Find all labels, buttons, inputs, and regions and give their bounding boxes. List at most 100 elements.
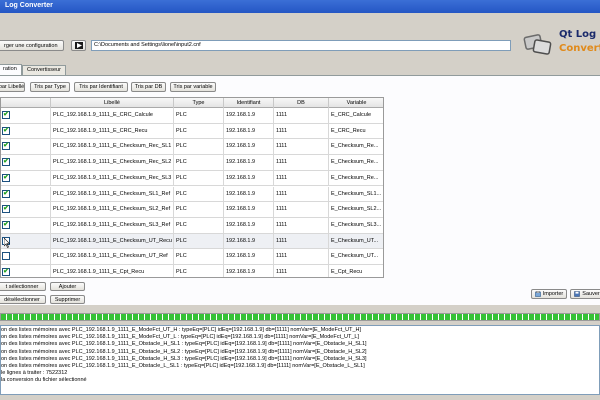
cell-db: 1111 bbox=[274, 202, 329, 218]
cell-db: 1111 bbox=[274, 233, 329, 250]
browse-button[interactable] bbox=[71, 40, 86, 51]
table-header: Libellé Type Identifiant DB Variable bbox=[1, 98, 383, 108]
tab-convertisseur[interactable]: Convertisseur bbox=[22, 65, 66, 75]
cell-identifiant: 192.168.1.9 bbox=[224, 233, 274, 250]
table-row[interactable]: PLC_192.168.1.9_1111_E_Checksum_UT_Recu P… bbox=[1, 233, 383, 250]
cell-libelle: PLC_192.168.1.9_1111_E_Checksum_SL2_Ref bbox=[51, 202, 174, 218]
tab-configuration[interactable]: ration bbox=[0, 64, 22, 75]
cell-type: PLC bbox=[174, 249, 224, 265]
import-label: Importer bbox=[542, 291, 564, 297]
cell-db: 1111 bbox=[274, 108, 329, 124]
log-line: on des listes mémoires avec PLC_192.168.… bbox=[1, 348, 367, 355]
cell-db: 1111 bbox=[274, 249, 329, 265]
cell-identifiant: 192.168.1.9 bbox=[224, 249, 274, 265]
delete-button[interactable]: Supprimer bbox=[50, 295, 85, 304]
checkbox-checked[interactable]: ✔ bbox=[2, 189, 10, 198]
table-row[interactable]: ✔ PLC_192.168.1.9_1111_E_Checksum_SL1_Ref… bbox=[1, 186, 383, 203]
cell-db: 1111 bbox=[274, 155, 329, 171]
table-row[interactable]: ✔ PLC_192.168.1.9_1111_E_Checksum_SL2_Ref… bbox=[1, 202, 383, 218]
play-arrow-icon bbox=[74, 42, 83, 49]
cell-identifiant: 192.168.1.9 bbox=[224, 139, 274, 156]
cell-variable: E_Checksum_UT... bbox=[329, 234, 383, 250]
column-db[interactable]: DB bbox=[274, 98, 329, 108]
cell-variable: E_Checksum_UT... bbox=[329, 249, 383, 265]
checkbox-checked[interactable]: ✔ bbox=[2, 268, 10, 276]
log-line: le lignes à traiter : 7522312 bbox=[1, 370, 68, 377]
table-row[interactable]: ✔ PLC_192.168.1.9_1111_E_Cpt_Recu PLC 192.1… bbox=[1, 265, 383, 277]
logo-text-top: Qt Log bbox=[559, 29, 597, 40]
cell-libelle: PLC_192.168.1.9_1111_E_Checksum_Rec_SL2 bbox=[51, 155, 174, 171]
progress-bar bbox=[0, 313, 600, 321]
cell-checkbox: ✔ bbox=[1, 265, 51, 277]
cell-variable: E_Checksum_SL3... bbox=[329, 218, 383, 234]
table-row[interactable]: ✔ PLC_192.168.1.9_1111_E_Checksum_Rec_SL2… bbox=[1, 155, 383, 171]
cell-variable: E_CRC_Recu bbox=[329, 124, 383, 140]
checkbox-checked[interactable]: ✔ bbox=[2, 220, 10, 229]
table-row[interactable]: ✔ PLC_192.168.1.9_1111_E_CRC_Calcule PLC 19… bbox=[1, 108, 383, 124]
cell-variable: E_Checksum_Re... bbox=[329, 139, 383, 155]
cell-type: PLC bbox=[174, 108, 224, 124]
select-all-button[interactable]: t sélectionner bbox=[0, 282, 46, 291]
save-label: Sauver bbox=[582, 291, 600, 297]
checkbox-checked[interactable]: ✔ bbox=[2, 205, 10, 214]
table-row[interactable]: ✔ PLC_192.168.1.9_1111_E_Checksum_Rec_SL3… bbox=[1, 170, 383, 187]
deselect-all-button[interactable]: désélectionner bbox=[0, 295, 46, 304]
cell-checkbox: ✔ bbox=[1, 108, 51, 124]
sort-by-variable-button[interactable]: Tris par variable bbox=[170, 82, 216, 92]
import-button[interactable]: Importer bbox=[531, 289, 567, 299]
window-title: Log Converter bbox=[5, 2, 53, 9]
cell-type: PLC bbox=[174, 186, 224, 203]
cell-type: PLC bbox=[174, 233, 224, 250]
cell-libelle: PLC_192.168.1.9_1111_E_Checksum_Rec_SL3 bbox=[51, 170, 174, 187]
load-config-button[interactable]: rger une configuration bbox=[0, 40, 64, 51]
cell-libelle: PLC_192.168.1.9_1111_E_Checksum_SL3_Ref bbox=[51, 217, 174, 234]
log-line: on des listes mémoires avec PLC_192.168.… bbox=[1, 341, 367, 348]
cell-type: PLC bbox=[174, 139, 224, 156]
sort-by-label-button[interactable]: par Libellé bbox=[0, 82, 25, 92]
cell-libelle: PLC_192.168.1.9_1111_E_Checksum_UT_Ref bbox=[51, 249, 174, 265]
cell-identifiant: 192.168.1.9 bbox=[224, 170, 274, 187]
table-row[interactable]: PLC_192.168.1.9_1111_E_Checksum_UT_Ref PL… bbox=[1, 249, 383, 265]
cell-libelle: PLC_192.168.1.9_1111_E_CRC_Calcule bbox=[51, 108, 174, 124]
sort-by-id-button[interactable]: Tris par Identifiant bbox=[74, 82, 128, 92]
sort-by-type-button[interactable]: Tris par Type bbox=[30, 82, 70, 92]
cell-db: 1111 bbox=[274, 186, 329, 203]
cell-identifiant: 192.168.1.9 bbox=[224, 108, 274, 124]
cell-variable: E_Checksum_SL2... bbox=[329, 202, 383, 218]
cell-db: 1111 bbox=[274, 123, 329, 140]
cell-checkbox: ✔ bbox=[1, 202, 51, 218]
table-row[interactable]: ✔ PLC_192.168.1.9_1111_E_Checksum_Rec_SL1… bbox=[1, 139, 383, 156]
save-button[interactable]: Sauver bbox=[570, 289, 600, 299]
table-row[interactable]: ✔ PLC_192.168.1.9_1111_E_Checksum_SL3_Ref… bbox=[1, 217, 383, 234]
checkbox-checked[interactable]: ✔ bbox=[2, 158, 10, 167]
cell-libelle: PLC_192.168.1.9_1111_E_Checksum_UT_Recu bbox=[51, 233, 174, 250]
add-button[interactable]: Ajouter bbox=[50, 282, 85, 291]
import-icon bbox=[534, 291, 541, 297]
config-path-input[interactable]: C:\Documents and Settings\lionel\input2.… bbox=[91, 40, 511, 51]
sort-by-db-button[interactable]: Tris par DB bbox=[131, 82, 166, 92]
cell-db: 1111 bbox=[274, 139, 329, 156]
table-row[interactable]: ✔ PLC_192.168.1.9_1111_E_CRC_Recu PLC 192.1… bbox=[1, 123, 383, 140]
column-variable[interactable]: Variable bbox=[329, 98, 383, 108]
cell-db: 1111 bbox=[274, 265, 329, 277]
column-type[interactable]: Type bbox=[174, 98, 224, 108]
checkbox-checked[interactable]: ✔ bbox=[2, 173, 10, 182]
cell-identifiant: 192.168.1.9 bbox=[224, 217, 274, 234]
cell-type: PLC bbox=[174, 202, 224, 218]
log-line: on des listes mémoires avec PLC_192.168.… bbox=[1, 334, 360, 341]
cell-db: 1111 bbox=[274, 170, 329, 187]
column-libelle[interactable]: Libellé bbox=[51, 98, 174, 108]
cell-checkbox: ✔ bbox=[1, 170, 51, 187]
cell-variable: E_Checksum_SL1... bbox=[329, 187, 383, 203]
cell-variable: E_Checksum_Re... bbox=[329, 155, 383, 171]
checkbox-checked[interactable]: ✔ bbox=[2, 142, 10, 151]
cell-variable: E_Checksum_Re... bbox=[329, 171, 383, 187]
checkbox-checked[interactable]: ✔ bbox=[2, 111, 10, 119]
checkbox-unchecked[interactable] bbox=[2, 252, 10, 261]
cell-checkbox bbox=[1, 249, 51, 265]
log-output[interactable]: on des listes mémoires avec PLC_192.168.… bbox=[0, 325, 600, 395]
cell-checkbox: ✔ bbox=[1, 186, 51, 203]
column-identifiant[interactable]: Identifiant bbox=[224, 98, 274, 108]
checkbox-checked[interactable]: ✔ bbox=[2, 126, 10, 135]
log-line: on des listes mémoires avec PLC_192.168.… bbox=[1, 355, 367, 362]
